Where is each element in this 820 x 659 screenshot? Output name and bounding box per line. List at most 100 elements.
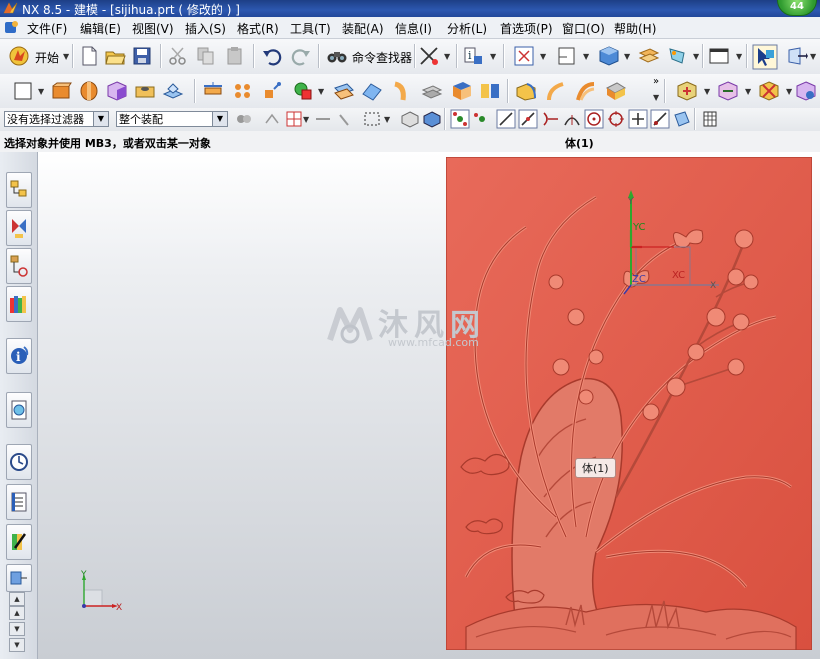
process-studio-button[interactable]	[6, 524, 32, 560]
block-icon[interactable]	[106, 80, 128, 102]
constraint-navigator-button[interactable]	[6, 210, 32, 246]
history-button[interactable]	[6, 392, 32, 428]
menu-information[interactable]: 信息(I)	[395, 20, 432, 37]
assembly-add-dropdown-icon[interactable]: ▼	[704, 87, 710, 96]
menu-format[interactable]: 格式(R)	[237, 20, 279, 37]
open-file-icon[interactable]	[104, 45, 126, 67]
redo-icon[interactable]	[290, 45, 312, 67]
undo-icon[interactable]	[261, 45, 283, 67]
toolbar-overflow-icon[interactable]: »	[653, 76, 659, 87]
offset-face-icon[interactable]	[333, 80, 355, 102]
scroll-top-button[interactable]: ▲	[9, 592, 25, 606]
constraint-icon[interactable]	[717, 80, 739, 102]
snap-on-curve-icon[interactable]	[650, 109, 670, 129]
extrude-icon[interactable]	[50, 80, 72, 102]
scroll-up-button[interactable]: ▲	[9, 606, 25, 620]
fit-view-icon[interactable]	[513, 45, 535, 67]
scope-filter-select[interactable]: 整个装配 ▼	[116, 111, 228, 127]
snap-center-icon[interactable]	[584, 109, 604, 129]
snap-icon[interactable]	[418, 45, 440, 67]
menu-insert[interactable]: 插入(S)	[185, 20, 226, 37]
sketch-icon[interactable]	[12, 80, 34, 102]
solid-select-icon[interactable]	[422, 109, 442, 129]
snap-line-icon[interactable]	[496, 109, 516, 129]
unite-icon[interactable]	[292, 80, 314, 102]
shaded-cube-icon[interactable]	[598, 45, 620, 67]
chamfer-icon[interactable]	[545, 80, 567, 102]
trim-icon[interactable]	[202, 80, 224, 102]
menu-tools[interactable]: 工具(T)	[290, 20, 331, 37]
boss-icon[interactable]	[162, 80, 184, 102]
menu-view[interactable]: 视图(V)	[132, 20, 174, 37]
snap-grid-icon[interactable]	[700, 109, 720, 129]
rectangle-select-icon[interactable]	[362, 109, 382, 129]
new-file-icon[interactable]	[78, 45, 100, 67]
reposition-icon[interactable]	[795, 80, 817, 102]
chevron-down-icon[interactable]: ▼	[212, 112, 227, 126]
surface-icon[interactable]	[605, 80, 627, 102]
shading-dropdown-icon[interactable]: ▼	[624, 52, 630, 61]
snap-point-icon[interactable]	[262, 109, 282, 129]
snap-endpoint-icon[interactable]	[450, 109, 470, 129]
edge-blend-icon[interactable]	[515, 80, 537, 102]
display-dropdown-icon[interactable]: ▼	[736, 52, 742, 61]
sew-icon[interactable]	[361, 80, 383, 102]
start-dropdown-icon[interactable]: ▼	[63, 52, 69, 61]
menu-help[interactable]: 帮助(H)	[614, 20, 656, 37]
section-dropdown-icon[interactable]: ▼	[583, 52, 589, 61]
select-region-icon[interactable]	[284, 109, 304, 129]
scroll-down-button[interactable]: ▼	[9, 622, 25, 636]
assembly-add-icon[interactable]	[676, 80, 698, 102]
layer-icon[interactable]	[638, 45, 660, 67]
reuse-library-button[interactable]	[6, 286, 32, 322]
start-icon[interactable]	[8, 45, 30, 67]
section-view-icon[interactable]	[556, 45, 578, 67]
paste-icon[interactable]	[224, 45, 246, 67]
notification-badge[interactable]: 44	[777, 0, 817, 16]
menu-edit[interactable]: 编辑(E)	[80, 20, 121, 37]
part-navigator-button[interactable]	[6, 248, 32, 284]
sketch-dropdown-icon[interactable]: ▼	[38, 87, 44, 96]
wcs-dropdown-icon[interactable]: ▼	[693, 52, 699, 61]
replace-dropdown-icon[interactable]: ▼	[786, 87, 792, 96]
menu-app-icon[interactable]	[4, 20, 19, 35]
info-icon[interactable]: i	[462, 45, 484, 67]
system-materials-button[interactable]	[6, 484, 32, 520]
select-filter-icon[interactable]	[234, 109, 254, 129]
menu-analysis[interactable]: 分析(L)	[447, 20, 487, 37]
menu-file[interactable]: 文件(F)	[27, 20, 67, 37]
menu-window[interactable]: 窗口(O)	[562, 20, 605, 37]
orient-icon[interactable]	[786, 45, 808, 67]
pattern-icon[interactable]	[232, 80, 254, 102]
copy-icon[interactable]	[195, 45, 217, 67]
orient-dropdown-icon[interactable]: ▼	[810, 52, 816, 61]
replace-component-icon[interactable]	[758, 80, 780, 102]
select-feature-icon[interactable]	[336, 109, 356, 129]
draft-icon[interactable]	[451, 80, 473, 102]
type-filter-select[interactable]: 没有选择过滤器 ▼	[4, 111, 109, 127]
wcs-icon[interactable]	[666, 45, 688, 67]
thicken-icon[interactable]	[391, 80, 413, 102]
assembly-navigator-button[interactable]	[6, 172, 32, 208]
cut-icon[interactable]	[167, 45, 189, 67]
rectangle-dropdown-icon[interactable]: ▼	[384, 115, 390, 124]
snap-quadrant-icon[interactable]	[606, 109, 626, 129]
face-blend-icon[interactable]	[575, 80, 597, 102]
snap-midpoint-icon[interactable]	[472, 109, 492, 129]
unite-dropdown-icon[interactable]: ▼	[318, 87, 324, 96]
snap-on-surface-icon[interactable]	[672, 109, 692, 129]
shell-icon[interactable]	[421, 80, 443, 102]
snap-arc-center-icon[interactable]	[562, 109, 582, 129]
revolve-icon[interactable]	[78, 80, 100, 102]
scroll-bottom-button[interactable]: ▼	[9, 638, 25, 652]
start-button[interactable]: 开始	[35, 49, 59, 66]
chevron-down-icon[interactable]: ▼	[93, 112, 108, 126]
binoculars-icon[interactable]	[326, 45, 348, 67]
menu-assembly[interactable]: 装配(A)	[342, 20, 384, 37]
command-finder-button[interactable]: 命令查找器	[352, 49, 412, 66]
menu-preferences[interactable]: 首选项(P)	[500, 20, 553, 37]
wireframe-select-icon[interactable]	[400, 109, 420, 129]
constraint-dropdown-icon[interactable]: ▼	[745, 87, 751, 96]
toolbar-overflow-dropdown-icon[interactable]: ▼	[653, 93, 659, 102]
move-icon[interactable]	[262, 80, 284, 102]
